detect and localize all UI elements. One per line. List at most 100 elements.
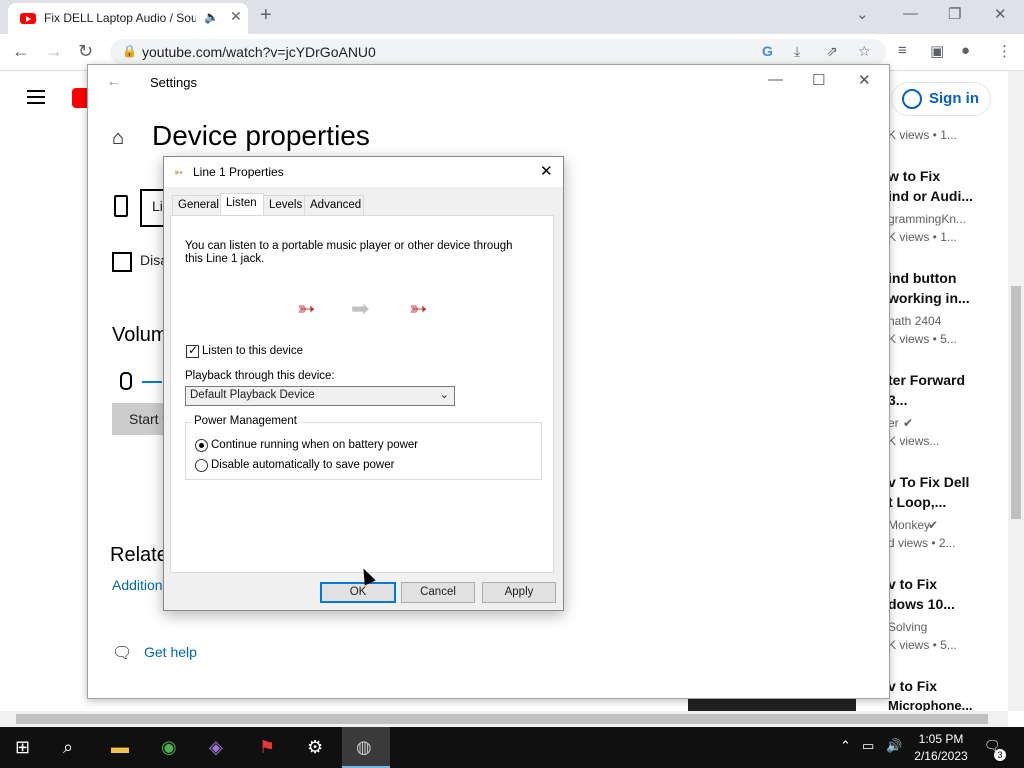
clock-time: 1:05 PM [918,732,964,746]
dialog-close-icon[interactable]: ✕ [540,162,553,180]
tab-listen[interactable]: Listen [220,193,264,216]
share-icon[interactable]: ⇗ [826,43,838,60]
line-properties-dialog: ➳ Line 1 Properties ✕ General Listen Lev… [163,156,564,611]
tab-audio-icon[interactable]: 🔈 [204,10,219,24]
disable-checkbox[interactable] [112,252,132,272]
network-icon[interactable]: ▭ [862,738,874,754]
google-lens-icon[interactable]: G [762,43,773,59]
recorder-app-icon[interactable]: ⚑ [259,737,275,758]
reload-icon[interactable]: ↻ [78,41,93,62]
vertical-scrollbar[interactable] [1008,71,1024,711]
hamburger-menu-icon[interactable] [27,90,45,92]
taskbar-clock[interactable]: 1:05 PM 2/16/2023 [912,731,970,765]
sound-properties-app-icon[interactable]: ◍ [356,737,372,758]
continue-running-label[interactable]: Continue running when on battery power [211,439,418,451]
continue-running-radio[interactable] [195,439,208,452]
tray-chevron-up-icon[interactable]: ⌃ [840,738,851,754]
browser-tab[interactable]: Fix DELL Laptop Audio / Sou 🔈 ✕ [8,3,248,34]
get-help-link[interactable]: Get help [144,644,197,660]
install-icon[interactable]: ⤓ [794,43,800,60]
back-icon[interactable]: ← [12,41,30,62]
visual-studio-icon[interactable]: ◈ [209,737,223,758]
tab-advanced[interactable]: Advanced [304,195,364,215]
horizontal-scrollbar[interactable] [0,711,1008,727]
settings-gear-icon[interactable]: ⚙ [307,737,323,758]
windows-start-icon[interactable]: ⊞ [15,737,30,758]
video-title[interactable]: working in... [888,290,970,306]
video-title[interactable]: ind button [888,270,956,286]
apply-button[interactable]: Apply [482,582,556,603]
listen-checkbox[interactable] [186,343,199,358]
disable-power-label[interactable]: Disable automatically to save power [211,459,394,471]
bookmark-star-icon[interactable]: ☆ [858,43,871,60]
speaker-icon [114,195,128,217]
notification-count-badge: 3 [994,749,1006,761]
home-icon[interactable]: ⌂ [112,127,124,150]
file-explorer-icon[interactable]: ▬ [111,737,129,758]
profile-icon[interactable]: ● [961,42,970,59]
video-title[interactable]: v to Fix [888,576,937,592]
ok-button[interactable]: OK [320,582,396,603]
video-title[interactable]: t Loop,... [888,494,946,510]
media-control-icon[interactable]: ≡ [898,42,907,59]
tab-label: Levels [269,199,303,211]
lock-icon[interactable]: 🔒 [122,44,137,58]
tab-label: Advanced [310,199,362,211]
page-title: Device properties [152,120,370,151]
tab-general[interactable]: General [172,195,221,215]
address-bar[interactable]: 🔒 youtube.com/watch?v=jcYDrGoANU0 G ⤓ ⇗ … [110,39,886,65]
maximize-icon[interactable]: ☐ [812,71,825,89]
tab-label: Listen [226,197,257,209]
cancel-button[interactable]: Cancel [401,582,475,603]
scrollbar-thumb[interactable] [1011,286,1021,519]
restore-icon[interactable]: ❐ [948,5,961,23]
video-meta: d views • 2... [888,536,956,550]
video-meta: K views • 1... [888,128,957,142]
dialog-titlebar[interactable]: ➳ Line 1 Properties ✕ [164,157,563,187]
volume-icon[interactable]: 🔊 [886,738,902,754]
video-title[interactable]: w to Fix [888,168,940,184]
playback-device-dropdown[interactable]: Default Playback Device ⌄ [185,386,455,406]
tab-title: Fix DELL Laptop Audio / Sou [44,11,196,25]
window-title: Settings [150,75,197,90]
tab-levels[interactable]: Levels [263,195,305,215]
video-title[interactable]: 3... [888,392,907,408]
forward-icon[interactable]: → [45,41,63,62]
video-title[interactable]: dows 10... [888,596,955,612]
video-channel[interactable]: nath 2404 [888,314,941,328]
tab-search-icon[interactable]: ⌄ [856,5,869,23]
minimize-icon[interactable]: — [768,71,783,88]
volume-slider[interactable] [142,381,162,383]
video-title[interactable]: ter Forward [888,372,965,388]
side-panel-icon[interactable]: ▣ [930,42,944,60]
close-icon[interactable]: ✕ [858,71,871,89]
video-meta: K views... [888,434,940,448]
close-icon[interactable]: ✕ [994,5,1007,23]
help-chat-icon: 🗨 [112,645,133,662]
power-management-label: Power Management [191,415,300,427]
video-channel[interactable]: Monkey [888,518,930,532]
back-arrow-icon[interactable]: ← [106,73,122,91]
additional-settings-link[interactable]: Addition [112,577,163,593]
listen-checkbox-label[interactable]: Listen to this device [202,345,303,357]
tab-close-icon[interactable]: ✕ [230,8,242,25]
disable-power-radio[interactable] [195,459,208,472]
start-test-button[interactable]: Start t [112,403,168,435]
video-channel[interactable]: grammingKn... [888,212,966,226]
youtube-favicon-icon [20,13,36,24]
scrollbar-thumb[interactable] [16,714,988,724]
search-icon[interactable]: ⌕ [63,737,73,758]
video-channel[interactable]: Solving [888,620,927,634]
video-title[interactable]: ind or Audi... [888,188,973,204]
video-title[interactable]: v to Fix [888,678,937,694]
sign-in-button[interactable]: Sign in [891,82,991,116]
video-title[interactable]: v To Fix Dell [888,474,969,490]
menu-kebab-icon[interactable]: ⋮ [997,42,1012,60]
url-text[interactable]: youtube.com/watch?v=jcYDrGoANU0 [142,44,376,60]
new-tab-button[interactable]: + [260,4,272,27]
minimize-icon[interactable]: — [903,5,918,22]
video-thumbnail[interactable] [688,697,856,711]
video-meta: K views • 1... [888,230,957,244]
chrome-icon[interactable]: ◉ [161,737,177,758]
volume-heading: Volum [112,324,168,346]
